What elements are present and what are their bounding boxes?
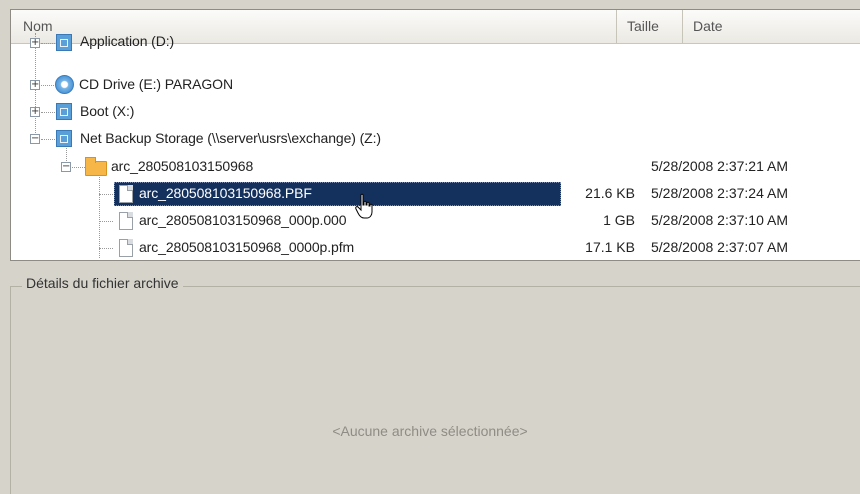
item-size: 17.1 KB <box>585 239 635 255</box>
tree-item-label: Boot (X:) <box>80 103 135 119</box>
tree-item-archive-folder[interactable]: − arc_280508103150968 5/28/2008 2:37:21 … <box>11 154 860 180</box>
archive-tree: + Application (D:) + CD Drive (E:) PARAG… <box>11 33 860 260</box>
tree-item-label: arc_280508103150968_000p.000 <box>139 212 347 228</box>
no-archive-selected-text: <Aucune archive sélectionnée> <box>332 423 528 439</box>
file-icon <box>119 185 133 203</box>
expand-icon[interactable]: + <box>30 107 40 117</box>
tree-item-label: Application (D:) <box>80 33 175 49</box>
item-size: 21.6 KB <box>585 185 635 201</box>
network-drive-icon <box>56 130 72 147</box>
tree-item-boot[interactable]: + Boot (X:) <box>11 99 860 125</box>
tree-item-label: CD Drive (E:) PARAGON <box>79 76 233 92</box>
archive-folder-icon <box>85 157 107 176</box>
file-list-panel: Nom Taille Date + Application (D:) + CD … <box>10 9 860 261</box>
tree-item-label: arc_280508103150968 <box>111 158 254 174</box>
item-size: 1 GB <box>603 212 635 228</box>
archive-details-group <box>10 286 860 494</box>
file-icon <box>119 212 133 230</box>
drive-icon <box>56 34 72 51</box>
tree-item-cd-drive[interactable]: + CD Drive (E:) PARAGON <box>11 72 860 98</box>
item-date: 5/28/2008 2:37:21 AM <box>651 158 788 174</box>
tree-item-pbf-file[interactable]: arc_280508103150968.PBF 21.6 KB 5/28/200… <box>11 181 860 207</box>
expand-icon[interactable]: + <box>30 38 40 48</box>
drive-icon <box>56 103 72 120</box>
tree-item-net-backup-storage[interactable]: − Net Backup Storage (\\server\usrs\exch… <box>11 126 860 152</box>
collapse-icon[interactable]: − <box>30 134 40 144</box>
item-date: 5/28/2008 2:37:07 AM <box>651 239 788 255</box>
item-date: 5/28/2008 2:37:10 AM <box>651 212 788 228</box>
hand-cursor-icon <box>355 193 373 219</box>
tree-item-label: Net Backup Storage (\\server\usrs\exchan… <box>80 130 381 146</box>
item-date: 5/28/2008 2:37:24 AM <box>651 185 788 201</box>
tree-item-data-file[interactable]: arc_280508103150968_000p.000 1 GB 5/28/2… <box>11 208 860 234</box>
tree-item-label: arc_280508103150968.PBF <box>139 185 312 201</box>
tree-item-label: arc_280508103150968_0000p.pfm <box>139 239 355 255</box>
expand-icon[interactable]: + <box>30 80 40 90</box>
archive-details-title: Détails du fichier archive <box>22 275 183 291</box>
cd-icon <box>55 75 74 94</box>
file-icon <box>119 239 133 257</box>
tree-item-pfm-file[interactable]: arc_280508103150968_0000p.pfm 17.1 KB 5/… <box>11 235 860 260</box>
collapse-icon[interactable]: − <box>61 162 71 172</box>
tree-item-application[interactable]: + Application (D:) <box>11 29 860 55</box>
